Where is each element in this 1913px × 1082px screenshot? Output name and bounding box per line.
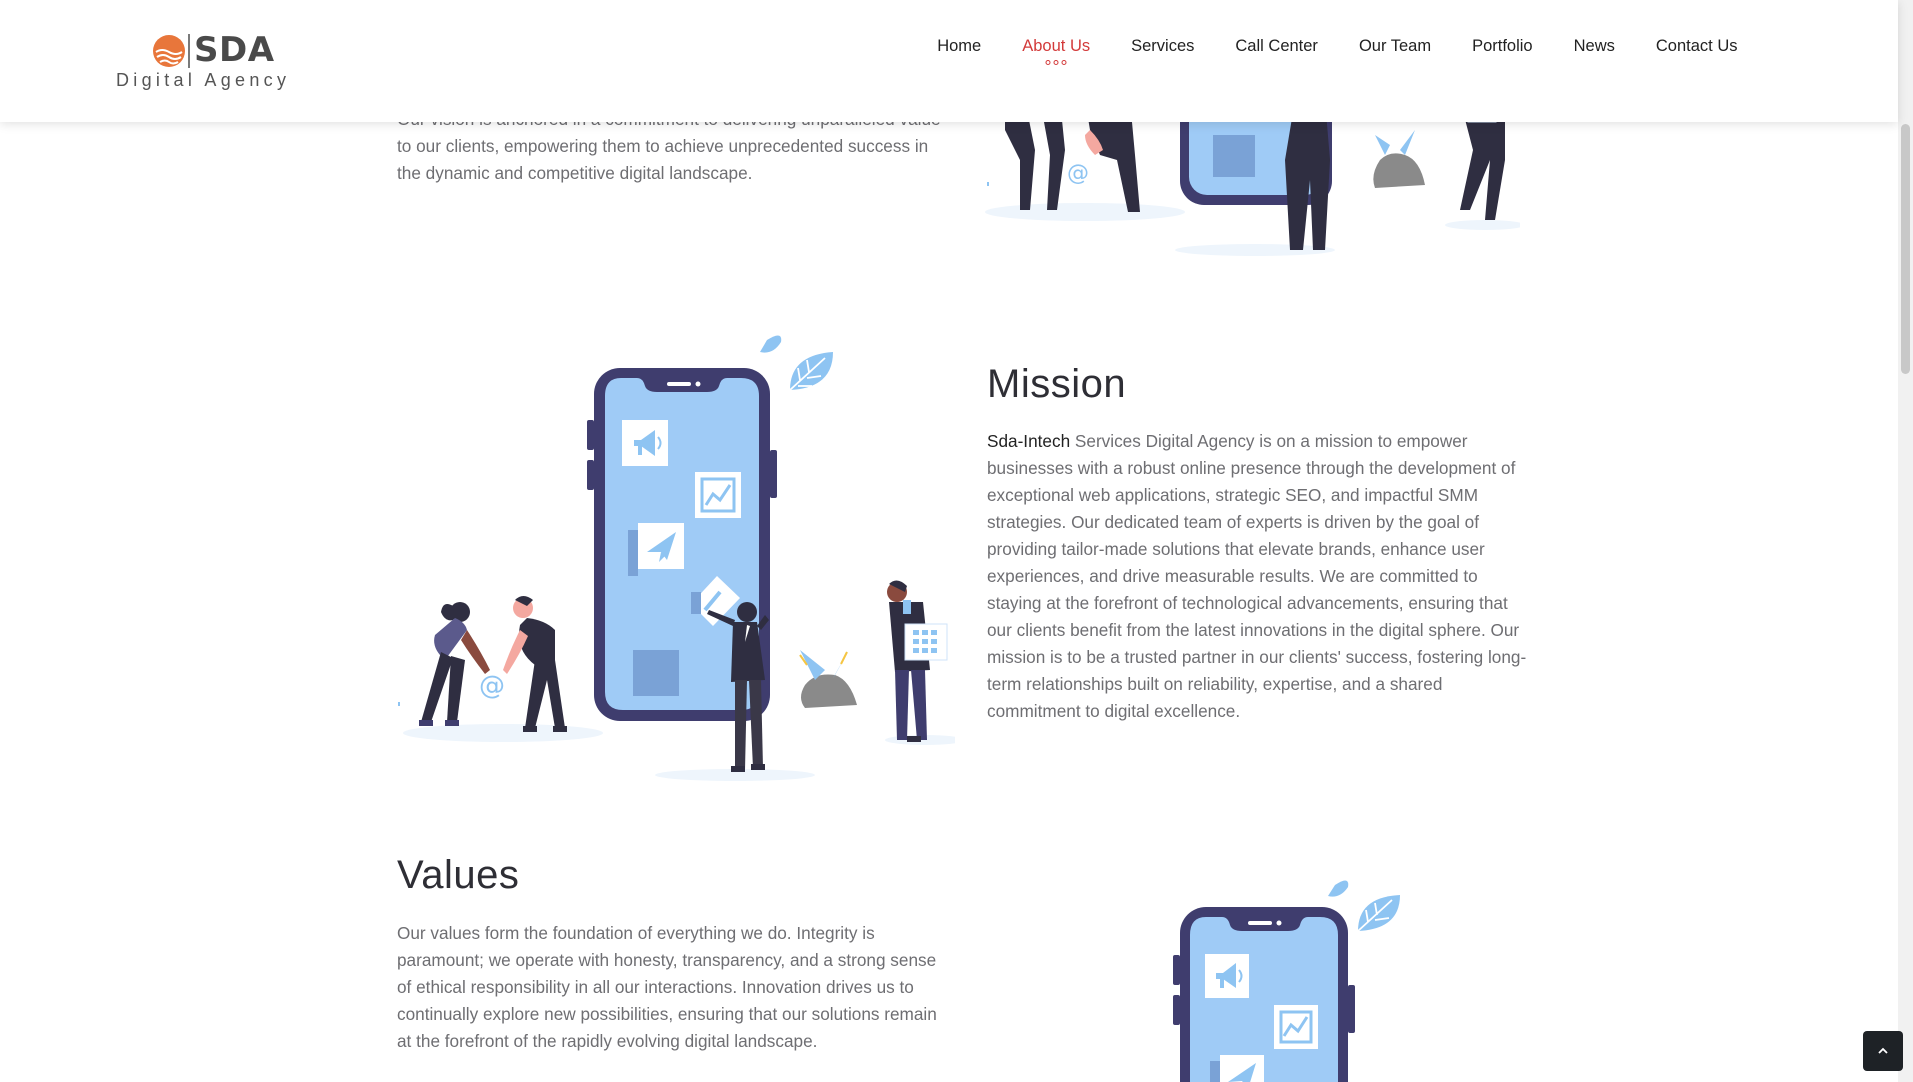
chevron-up-icon xyxy=(1878,1047,1888,1054)
mission-title: Mission xyxy=(987,362,1127,406)
people-pair: @ xyxy=(419,596,567,732)
sun-logo-icon xyxy=(153,35,185,67)
megaphone-icon xyxy=(622,420,668,466)
main-nav: Home About Us Services Call Center Our T… xyxy=(917,34,1758,65)
nav-call-center[interactable]: Call Center xyxy=(1215,34,1339,58)
nav-our-team[interactable]: Our Team xyxy=(1338,34,1451,58)
vision-text: to our clients, empowering them to achie… xyxy=(397,136,929,183)
nav-portfolio[interactable]: Portfolio xyxy=(1452,34,1554,58)
svg-text:@: @ xyxy=(1067,161,1089,186)
values-text: Our values form the foundation of everyt… xyxy=(397,923,937,1051)
logo[interactable]: SDA Digital Agency xyxy=(116,30,306,92)
nav-about-us[interactable]: About Us xyxy=(1002,34,1111,65)
megaphone-icon xyxy=(1205,954,1249,998)
site-header: SDA Digital Agency Home About Us Service… xyxy=(0,0,1898,122)
svg-text:@: @ xyxy=(479,671,505,701)
mission-body: Services Digital Agency is on a mission … xyxy=(987,431,1527,721)
chart-tile-icon xyxy=(1274,1005,1318,1049)
mission-lead: Sda-Intech xyxy=(987,431,1071,451)
values-title: Values xyxy=(397,853,520,897)
paper-plane-icon xyxy=(1220,1055,1264,1082)
nav-contact-us[interactable]: Contact Us xyxy=(1635,34,1758,58)
mission-text: Sda-Intech Services Digital Agency is on… xyxy=(987,428,1527,725)
mission-illustration: @ xyxy=(398,335,955,781)
scroll-to-top-button[interactable] xyxy=(1863,1031,1903,1071)
logo-divider xyxy=(188,34,190,68)
logo-brand: SDA xyxy=(194,30,275,70)
values-illustration xyxy=(1173,880,1400,1082)
nav-news[interactable]: News xyxy=(1553,34,1635,58)
paper-plane-icon xyxy=(638,523,684,569)
active-indicator xyxy=(1045,60,1067,65)
vision-illustration: @ xyxy=(985,100,1520,256)
nav-about-us-label: About Us xyxy=(1022,37,1091,55)
nav-home[interactable]: Home xyxy=(917,34,1002,58)
leaf-icon xyxy=(789,352,833,391)
scrollbar-thumb[interactable] xyxy=(1901,124,1910,374)
person-with-building-sign xyxy=(887,580,948,742)
logo-tagline: Digital Agency xyxy=(116,70,291,90)
leaf-icon xyxy=(1357,895,1400,932)
nav-services[interactable]: Services xyxy=(1111,34,1215,58)
page-scrollbar[interactable] xyxy=(1898,0,1913,1082)
chart-tile-icon xyxy=(695,472,741,518)
